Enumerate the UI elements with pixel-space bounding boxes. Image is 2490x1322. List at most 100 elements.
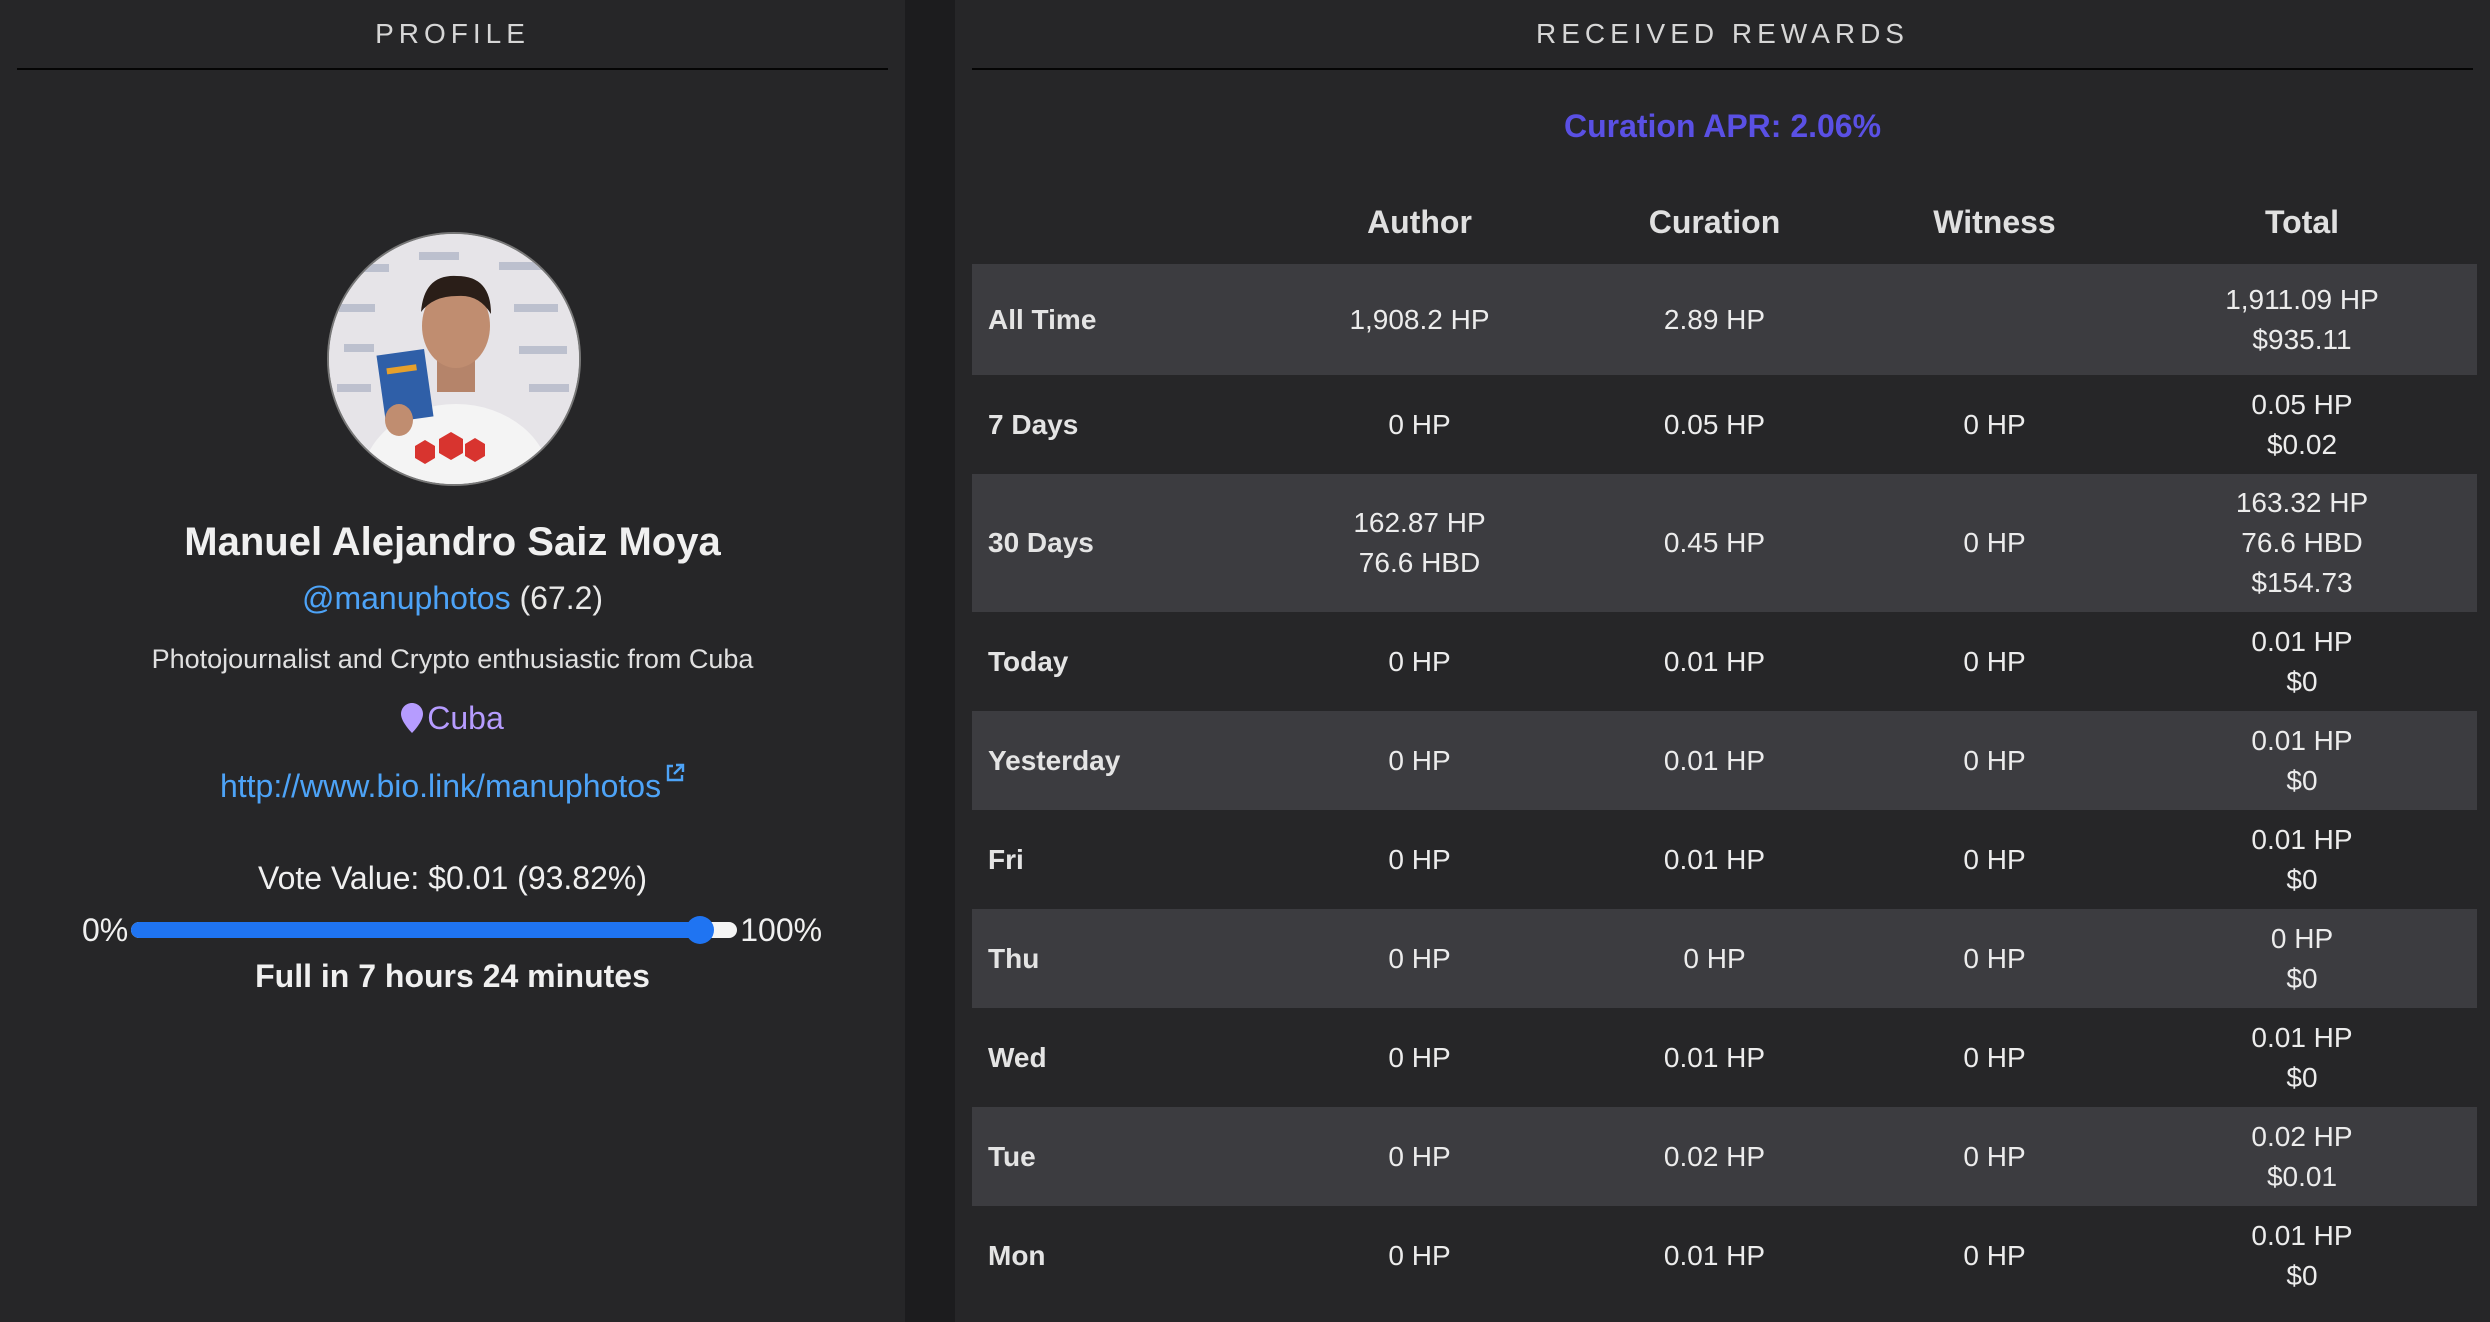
curation-cell: 0 HP [1567, 909, 1862, 1008]
witness-cell: 0 HP [1862, 1107, 2127, 1206]
total-value: 0.01 HP [2251, 1021, 2353, 1053]
row-label: Tue [972, 1107, 1272, 1206]
total-value: 0.01 HP [2251, 823, 2353, 855]
author-cell: 0 HP [1272, 1206, 1567, 1305]
author-cell: 0 HP [1272, 810, 1567, 909]
witness-cell: 0 HP [1862, 909, 2127, 1008]
table-row: 30 Days 162.87 HP 76.6 HBD 0.45 HP 0 HP 163.3… [972, 474, 2477, 612]
total-value: $0 [2286, 1259, 2318, 1291]
total-value: $0 [2286, 863, 2318, 895]
curation-apr: Curation APR: 2.06% [1563, 108, 1882, 144]
total-cell: 0.01 HP $0 [2127, 1206, 2477, 1305]
author-cell: 0 HP [1272, 1107, 1567, 1206]
website: http://www.bio.link/manuphotos [0, 763, 905, 805]
slider-fill [131, 922, 700, 938]
location-text: Cuba [427, 700, 504, 736]
rewards-header: RECEIVED REWARDS [972, 0, 2473, 70]
total-cell: 0.02 HP $0.01 [2127, 1107, 2477, 1206]
slider-min-label: 0% [82, 911, 129, 948]
total-value: 0.01 HP [2251, 1219, 2353, 1251]
total-cell: 0.01 HP $0 [2127, 612, 2477, 711]
total-value: 163.32 HP [2235, 487, 2369, 518]
total-cell: 1,911.09 HP $935.11 [2127, 264, 2477, 375]
vote-slider-row: 0% 100% [82, 908, 827, 952]
row-label: Today [988, 645, 1069, 677]
total-value: 76.6 HBD [2241, 527, 2363, 558]
total-cell: 0.05 HP $0.02 [2127, 375, 2477, 474]
table-row: 7 Days 0 HP 0.05 HP 0 HP 0.05 HP $0.02 [972, 375, 2477, 474]
author-cell: 0 HP [1272, 711, 1567, 810]
author-value: 0 HP [1388, 1140, 1451, 1172]
total-cell: 0 HP $0 [2127, 909, 2477, 1008]
total-value: $0 [2286, 962, 2318, 994]
total-cell: 0.01 HP $0 [2127, 1008, 2477, 1107]
author-value: 0 HP [1388, 1041, 1451, 1073]
author-value: 0 HP [1388, 1239, 1451, 1271]
rewards-panel: RECEIVED REWARDS Curation APR: 2.06% Aut… [955, 0, 2490, 1322]
profile-panel: PROFILE Manuel Alejandro Saiz Moya @manu… [0, 0, 905, 1322]
total-cell: 0.01 HP $0 [2127, 810, 2477, 909]
author-value: 0 HP [1388, 645, 1451, 677]
curation-cell: 0.01 HP [1663, 843, 1766, 875]
total-value: 0 HP [2270, 922, 2334, 954]
witness-cell: 0 HP [1963, 1239, 2026, 1271]
curation-cell: 0.02 HP [1567, 1107, 1862, 1206]
website-link[interactable]: http://www.bio.link/manuphotos [220, 768, 661, 804]
column-header-total: Total [2264, 203, 2340, 240]
total-value: 1,911.09 HP [2225, 283, 2379, 315]
handle-line: @manuphotos (67.2) [0, 580, 905, 617]
slider-max-label: 100% [740, 911, 823, 948]
profile-header: PROFILE [17, 0, 888, 70]
avatar[interactable] [327, 232, 581, 486]
reputation: (67.2) [510, 580, 604, 616]
curation-cell: 2.89 HP [1567, 264, 1862, 375]
column-header-witness: Witness [1933, 203, 2056, 240]
total-value: 0.01 HP [2251, 724, 2353, 756]
curation-cell: 0.01 HP [1663, 1239, 1766, 1271]
author-cell: 0 HP [1272, 375, 1567, 474]
table-row: Tue 0 HP 0.02 HP 0 HP 0.02 HP $0.01 [972, 1107, 2477, 1206]
slider-thumb[interactable] [685, 916, 714, 944]
witness-cell: 0 HP [1963, 645, 2026, 677]
total-value: 0.05 HP [2251, 388, 2353, 420]
full-recharge-time: Full in 7 hours 24 minutes [255, 958, 650, 994]
total-cell: 163.32 HP 76.6 HBD $154.73 [2127, 474, 2477, 612]
external-link-icon [666, 763, 685, 782]
table-row: Today 0 HP 0.01 HP 0 HP 0.01 HP $0 [972, 612, 2477, 711]
row-label: 7 Days [988, 408, 1079, 440]
table-row: All Time 1,908.2 HP 2.89 HP 1,911.09 HP $935… [972, 264, 2477, 375]
author-value: 76.6 HBD [1358, 547, 1481, 578]
row-label: Fri [988, 843, 1024, 875]
vote-weight-slider[interactable] [131, 916, 738, 944]
location: Cuba [0, 700, 905, 737]
author-value: 0 HP [1388, 744, 1451, 776]
table-row: Fri 0 HP 0.01 HP 0 HP 0.01 HP $0 [972, 810, 2477, 909]
table-header-row: Author Curation Witness Total [972, 180, 2477, 264]
total-value: 0.01 HP [2251, 625, 2353, 657]
witness-cell: 0 HP [1862, 711, 2127, 810]
map-pin-icon [401, 703, 424, 733]
author-value: 1,908.2 HP [1349, 303, 1490, 335]
table-row: Yesterday 0 HP 0.01 HP 0 HP 0.01 HP $0 [972, 711, 2477, 810]
author-cell: 1,908.2 HP [1272, 264, 1567, 375]
witness-cell [1862, 264, 2127, 375]
witness-cell: 0 HP [1963, 1041, 2026, 1073]
handle-link[interactable]: @manuphotos [302, 580, 511, 616]
total-value: $0.02 [2266, 428, 2338, 460]
total-value: $0 [2286, 665, 2318, 697]
curation-cell: 0.05 HP [1663, 408, 1766, 440]
row-label: Mon [988, 1239, 1046, 1271]
row-label: Thu [972, 909, 1272, 1008]
bio: Photojournalist and Crypto enthusiastic … [151, 644, 754, 674]
row-label: 30 Days [972, 474, 1272, 612]
curation-cell: 0.01 HP [1663, 1041, 1766, 1073]
total-value: $935.11 [2252, 323, 2352, 355]
witness-cell: 0 HP [1963, 843, 2026, 875]
author-value: 0 HP [1388, 408, 1451, 440]
total-value: $0 [2286, 1061, 2318, 1093]
table-row: Mon 0 HP 0.01 HP 0 HP 0.01 HP $0 [972, 1206, 2477, 1305]
display-name: Manuel Alejandro Saiz Moya [184, 520, 721, 564]
author-value: 162.87 HP [1353, 507, 1486, 538]
curation-cell: 0.01 HP [1663, 645, 1766, 677]
column-header-curation: Curation [1648, 203, 1781, 240]
